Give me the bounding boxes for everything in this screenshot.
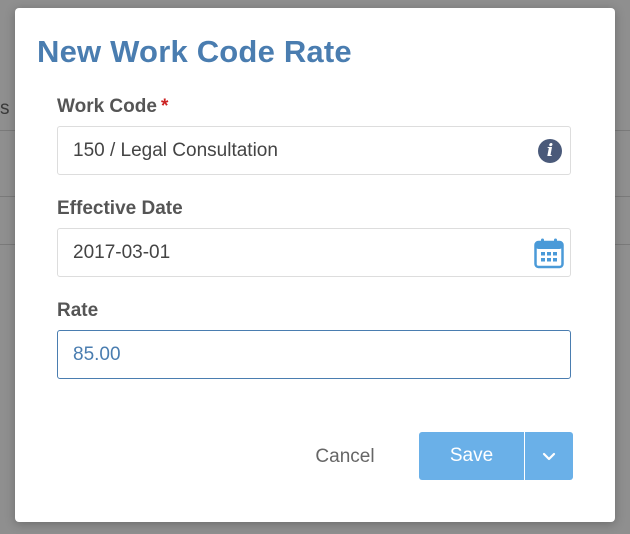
work-code-field[interactable]: 150 / Legal Consultation i <box>57 126 571 175</box>
rate-label: Rate <box>57 300 99 321</box>
info-icon[interactable]: i <box>538 139 562 163</box>
required-marker: * <box>160 96 169 117</box>
new-work-code-rate-dialog: New Work Code Rate Work Code * 150 / Lega… <box>15 8 615 522</box>
chevron-down-icon <box>542 452 556 461</box>
rate-value: 85.00 <box>73 344 121 365</box>
dialog-title: New Work Code Rate <box>37 34 352 69</box>
calendar-icon[interactable] <box>534 238 564 269</box>
work-code-value: 150 / Legal Consultation <box>73 140 278 161</box>
save-button[interactable]: Save <box>419 432 524 480</box>
work-code-label-text: Work Code <box>57 96 157 117</box>
effective-date-label: Effective Date <box>57 198 183 219</box>
effective-date-field[interactable]: 2017-03-01 <box>57 228 571 277</box>
effective-date-value: 2017-03-01 <box>73 242 171 263</box>
background-partial-text: s <box>0 98 10 119</box>
cancel-button[interactable]: Cancel <box>301 436 389 478</box>
rate-input[interactable]: 85.00 <box>57 330 571 379</box>
work-code-label: Work Code * <box>57 96 168 118</box>
save-options-button[interactable] <box>525 432 573 480</box>
